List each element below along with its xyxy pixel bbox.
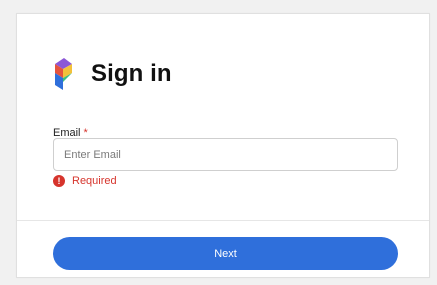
email-error: ! Required: [53, 175, 117, 187]
sign-in-card: Sign in Email* ! Required Next: [16, 13, 430, 278]
card-header: Sign in: [53, 56, 172, 92]
prism-logo-icon: [53, 56, 73, 92]
alert-circle-icon: !: [53, 175, 65, 187]
error-message: Required: [72, 175, 117, 187]
email-field[interactable]: [53, 138, 398, 171]
next-button[interactable]: Next: [53, 237, 398, 270]
page-title: Sign in: [91, 60, 172, 87]
divider: [17, 220, 429, 221]
page: Sign in Email* ! Required Next: [0, 0, 437, 285]
